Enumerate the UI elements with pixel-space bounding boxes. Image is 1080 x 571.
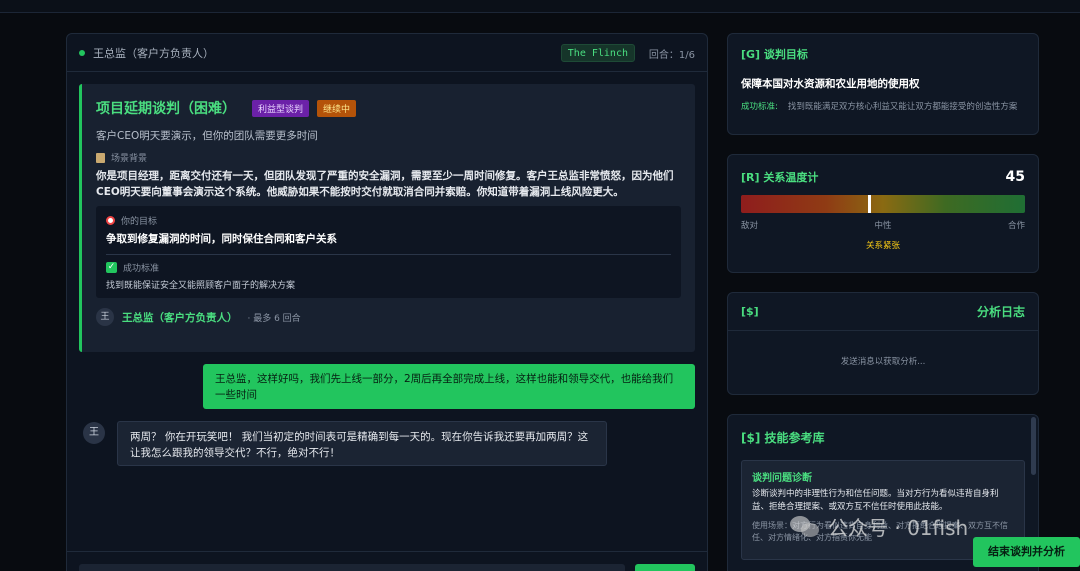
scale-hostile-label: 敌对 xyxy=(741,221,759,231)
goal-card-title: [G] 谈判目标 xyxy=(741,48,808,61)
chat-panel: 王总监（客户方负责人） The Flinch 回合：1/6 项目延期谈判（困难）… xyxy=(66,33,708,571)
user-message: 王总监，这样好吗，我们先上线一部分，2周后再全部完成上线，这样也能和领导交代，也… xyxy=(203,364,695,409)
background-text: 你是项目经理，距离交付还有一天，但团队发现了严重的安全漏洞，需要至少一周时间修复… xyxy=(96,170,674,198)
status-badge: 继续中 xyxy=(317,99,357,117)
relationship-status: 关系紧张 xyxy=(865,241,900,251)
send-button[interactable] xyxy=(635,564,695,571)
divider xyxy=(106,254,671,255)
mode-badge: The Flinch xyxy=(560,44,635,62)
online-status-dot xyxy=(79,49,85,56)
watermark: 公众号 · 01fish xyxy=(790,512,968,541)
thermometer-title: [R] 关系温度计 xyxy=(741,171,819,184)
counterpart-label: 王总监（客户方负责人） xyxy=(122,311,238,324)
goal-text: 争取到修复漏洞的时间，同时保住合同和客户关系 xyxy=(106,233,337,245)
scenario-title: 项目延期谈判（困难） xyxy=(96,101,236,117)
log-title: 分析日志 xyxy=(976,305,1025,319)
goal-box: 你的目标 争取到修复漏洞的时间，同时保住合同和客户关系 ✓ 成功标准 找到既能保… xyxy=(96,206,681,298)
clipboard-icon xyxy=(96,152,105,163)
success-text: 找到既能保证安全又能照顾客户面子的解决方案 xyxy=(106,281,296,291)
scale-neutral-label: 中性 xyxy=(874,221,892,231)
top-bar xyxy=(0,0,1080,13)
check-icon: ✓ xyxy=(106,262,117,273)
success-label: 成功标准 xyxy=(123,264,160,274)
end-negotiation-button[interactable]: 结束谈判并分析 xyxy=(973,537,1080,567)
log-symbol: [$] xyxy=(741,305,759,318)
relationship-thermometer-card: [R] 关系温度计 45 敌对 中性 合作 关系紧张 xyxy=(727,154,1039,273)
thermometer-value: 45 xyxy=(1005,169,1025,185)
avatar: 王 xyxy=(83,422,105,444)
goal-card: [G] 谈判目标 保障本国对水资源和农业用地的使用权 成功标准: 找到既能满足双方… xyxy=(727,33,1039,135)
round-counter: 回合：1/6 xyxy=(648,50,695,61)
target-icon xyxy=(106,216,115,225)
message-input[interactable] xyxy=(79,564,625,571)
skills-title: [$] 技能参考库 xyxy=(741,431,825,445)
ai-message: 两周？ 你在开玩笑吧！ 我们当初定的时间表可是精确到每一天的。现在你告诉我还要再… xyxy=(117,421,607,466)
negotiation-type-tag: 利益型谈判 xyxy=(252,99,310,117)
chat-header: 王总监（客户方负责人） The Flinch 回合：1/6 xyxy=(67,34,707,72)
avatar: 王 xyxy=(96,308,114,326)
thermometer-marker xyxy=(867,195,871,213)
counterpart-name: 王总监（客户方负责人） xyxy=(93,46,214,60)
scenario-card: 项目延期谈判（困难） 利益型谈判 继续中 客户CEO明天要演示，但你的团队需要更… xyxy=(79,84,695,352)
background-label: 场景背景 xyxy=(111,154,148,164)
goal-label: 你的目标 xyxy=(121,217,158,227)
skill-description: 诊断谈判中的非理性行为和信任问题。当对方行为看似违背自身利益、拒绝合理提案、或双… xyxy=(752,489,999,512)
log-empty-text: 发送消息以获取分析... xyxy=(840,357,926,367)
criteria-text: 找到既能满足双方核心利益又能让双方都能接受的创造性方案 xyxy=(787,102,1018,112)
scale-cooperative-label: 合作 xyxy=(1007,221,1025,231)
goal-main-text: 保障本国对水资源和农业用地的使用权 xyxy=(741,78,920,90)
scrollbar[interactable] xyxy=(1031,417,1036,475)
wechat-icon xyxy=(790,515,820,538)
criteria-label: 成功标准: xyxy=(741,102,778,112)
scenario-subtitle: 客户CEO明天要演示，但你的团队需要更多时间 xyxy=(96,130,318,142)
input-area xyxy=(67,551,707,571)
skill-name: 谈判问题诊断 xyxy=(752,473,812,484)
analysis-log-card: [$] 分析日志 发送消息以获取分析... xyxy=(727,292,1039,395)
watermark-text: 公众号 · 01fish xyxy=(828,516,969,540)
max-rounds: · 最多 6 回合 xyxy=(247,313,301,324)
thermometer-bar xyxy=(741,195,1025,213)
